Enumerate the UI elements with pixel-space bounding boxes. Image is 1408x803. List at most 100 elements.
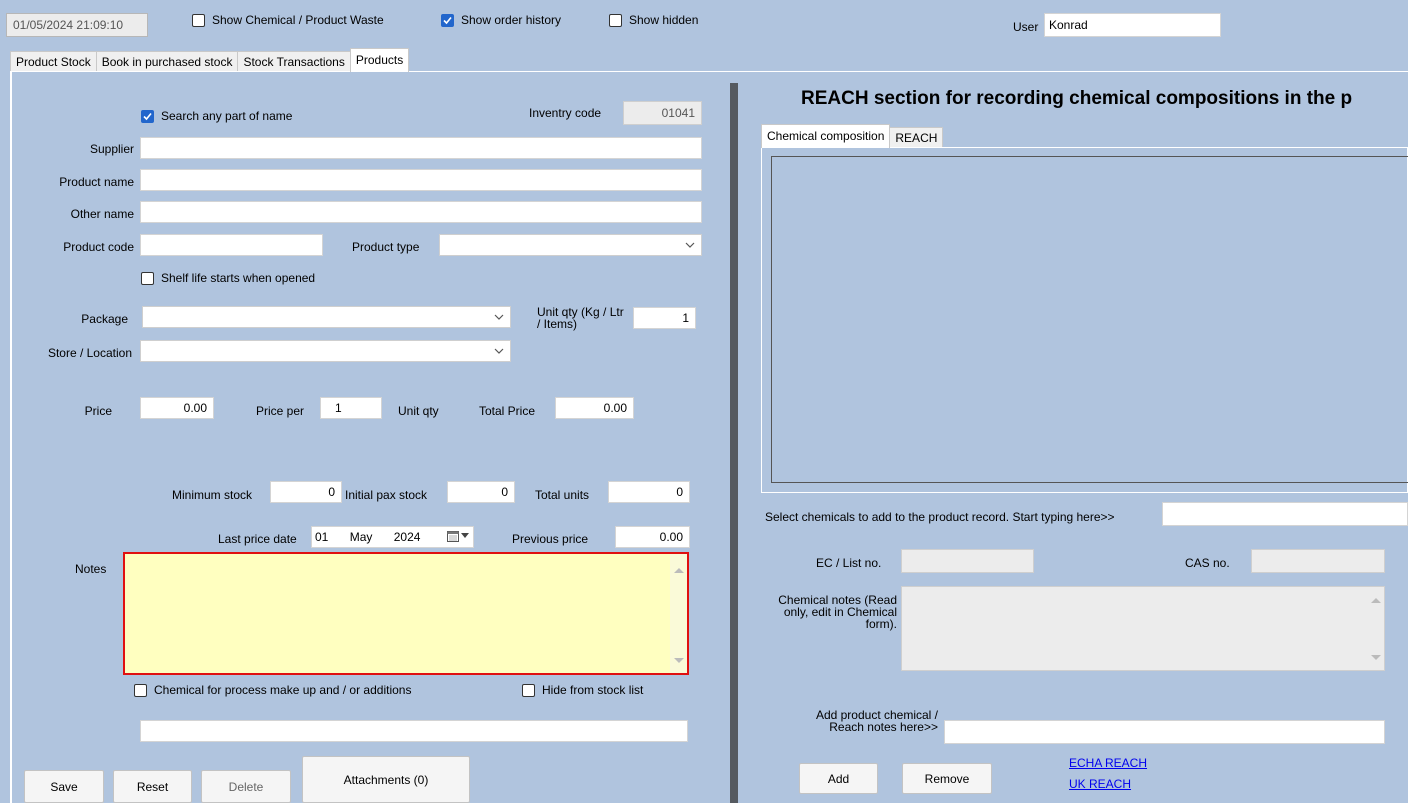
hide-stock-checkbox[interactable]: Hide from stock list — [522, 683, 643, 697]
chevron-down-icon[interactable] — [685, 240, 695, 250]
unit-qty-label: Unit qty (Kg / Ltr / Items) — [537, 305, 624, 331]
total-units-field[interactable]: 0 — [608, 481, 690, 503]
chem-process-label: Chemical for process make up and / or ad… — [154, 683, 412, 697]
store-location-label: Store / Location — [47, 346, 132, 360]
minimum-stock-label: Minimum stock — [172, 488, 253, 502]
product-type-dropdown[interactable] — [439, 234, 702, 256]
extra-text-field[interactable] — [140, 720, 688, 742]
show-waste-label: Show Chemical / Product Waste — [212, 13, 384, 27]
store-location-dropdown[interactable] — [140, 340, 511, 362]
add-notes-field[interactable] — [944, 720, 1385, 744]
user-label: User — [1013, 20, 1039, 34]
other-name-label: Other name — [70, 207, 134, 221]
date-day[interactable]: 01 — [315, 530, 328, 544]
previous-price-field[interactable]: 0.00 — [615, 526, 690, 548]
last-price-date-picker[interactable]: 01 May 2024 — [311, 526, 474, 548]
scroll-up-icon[interactable] — [1371, 598, 1381, 603]
checkbox-box[interactable] — [141, 109, 154, 123]
supplier-label: Supplier — [89, 142, 134, 156]
shelf-life-checkbox[interactable]: Shelf life starts when opened — [141, 271, 315, 285]
show-waste-checkbox[interactable]: Show Chemical / Product Waste — [192, 13, 384, 27]
echa-reach-link[interactable]: ECHA REACH — [1069, 756, 1147, 770]
previous-price-label: Previous price — [512, 532, 589, 546]
checkbox-box[interactable] — [141, 271, 154, 285]
minimum-stock-field[interactable]: 0 — [270, 481, 342, 503]
notes-value — [125, 554, 687, 562]
reach-title: REACH section for recording chemical com… — [801, 88, 1353, 109]
checkbox-box[interactable] — [609, 13, 622, 27]
total-units-label: Total units — [535, 488, 590, 502]
add-button[interactable]: Add — [799, 763, 878, 794]
uk-reach-link[interactable]: UK REACH — [1069, 777, 1131, 791]
inventory-code-field: 01041 — [623, 101, 702, 125]
ec-list-field — [901, 549, 1034, 573]
delete-button[interactable]: Delete — [201, 770, 291, 803]
date-year[interactable]: 2024 — [394, 530, 421, 544]
remove-button[interactable]: Remove — [902, 763, 992, 794]
main-tabbar: Product Stock Book in purchased stock St… — [10, 48, 410, 72]
total-price-field[interactable]: 0.00 — [555, 397, 634, 419]
inventory-code-label: Inventry code — [529, 106, 602, 120]
tab-content-left-edge — [10, 72, 12, 803]
package-label: Package — [81, 312, 128, 326]
show-order-history-label: Show order history — [461, 13, 562, 27]
chevron-down-icon[interactable] — [494, 312, 504, 322]
price-per-field[interactable]: 1 — [320, 397, 382, 419]
shelf-life-label: Shelf life starts when opened — [161, 271, 316, 285]
tab-products[interactable]: Products — [349, 48, 410, 72]
show-hidden-label: Show hidden — [629, 13, 699, 27]
show-hidden-checkbox[interactable]: Show hidden — [609, 13, 698, 27]
panel-splitter[interactable] — [730, 83, 738, 803]
other-name-field[interactable] — [140, 201, 702, 223]
chemical-notes-scrollbar[interactable] — [1367, 587, 1384, 670]
chem-process-checkbox[interactable]: Chemical for process make up and / or ad… — [134, 683, 411, 697]
chemical-notes-textarea — [901, 586, 1385, 671]
unit-qty-field[interactable]: 1 — [633, 307, 696, 329]
user-field[interactable]: Konrad — [1044, 13, 1221, 37]
unit-qty-short-label: Unit qty — [398, 404, 439, 418]
calendar-dropdown-icon[interactable] — [447, 530, 469, 542]
scroll-up-icon[interactable] — [674, 568, 684, 573]
chemical-composition-grid[interactable] — [771, 156, 1408, 483]
checkbox-box[interactable] — [441, 13, 454, 27]
price-field[interactable]: 0.00 — [140, 397, 214, 419]
checkbox-box[interactable] — [192, 13, 205, 27]
cas-label: CAS no. — [1185, 556, 1230, 570]
notes-textarea[interactable] — [123, 552, 689, 675]
cas-field — [1251, 549, 1385, 573]
checkbox-box[interactable] — [522, 683, 535, 697]
chemical-composition-tab-panel — [761, 147, 1408, 493]
tab-stock-transactions[interactable]: Stock Transactions — [237, 51, 351, 72]
search-any-part-checkbox[interactable]: Search any part of name — [141, 109, 292, 123]
product-code-label: Product code — [63, 240, 134, 254]
tab-product-stock[interactable]: Product Stock — [10, 51, 97, 72]
supplier-field[interactable] — [140, 137, 702, 159]
select-chemicals-field[interactable] — [1162, 502, 1408, 526]
notes-label: Notes — [75, 562, 107, 576]
tab-book-in-purchased-stock[interactable]: Book in purchased stock — [95, 51, 239, 72]
application-window: 01/05/2024 21:09:10 Show Chemical / Prod… — [0, 0, 1408, 803]
notes-scrollbar[interactable] — [670, 554, 687, 673]
add-notes-label: Add product chemical / Reach notes here>… — [815, 708, 938, 734]
product-name-field[interactable] — [140, 169, 702, 191]
date-month[interactable]: May — [350, 530, 373, 544]
initial-pax-stock-field[interactable]: 0 — [447, 481, 515, 503]
reset-button[interactable]: Reset — [113, 770, 192, 803]
tab-reach[interactable]: REACH — [889, 127, 944, 148]
select-chemicals-label: Select chemicals to add to the product r… — [765, 510, 1115, 524]
save-button[interactable]: Save — [24, 770, 104, 803]
datetime-display: 01/05/2024 21:09:10 — [6, 13, 148, 37]
package-dropdown[interactable] — [142, 306, 511, 328]
checkbox-box[interactable] — [134, 683, 147, 697]
product-code-field[interactable] — [140, 234, 323, 256]
scroll-down-icon[interactable] — [1371, 655, 1381, 660]
tab-content-border — [10, 71, 1408, 72]
scroll-down-icon[interactable] — [674, 658, 684, 663]
total-price-label: Total Price — [479, 404, 536, 418]
chevron-down-icon[interactable] — [494, 346, 504, 356]
show-order-history-checkbox[interactable]: Show order history — [441, 13, 561, 27]
attachments-button[interactable]: Attachments (0) — [302, 756, 470, 803]
tab-chemical-composition[interactable]: Chemical composition — [761, 124, 891, 148]
price-label: Price — [84, 404, 112, 418]
chemical-notes-label: Chemical notes (Read only, edit in Chemi… — [778, 593, 897, 631]
